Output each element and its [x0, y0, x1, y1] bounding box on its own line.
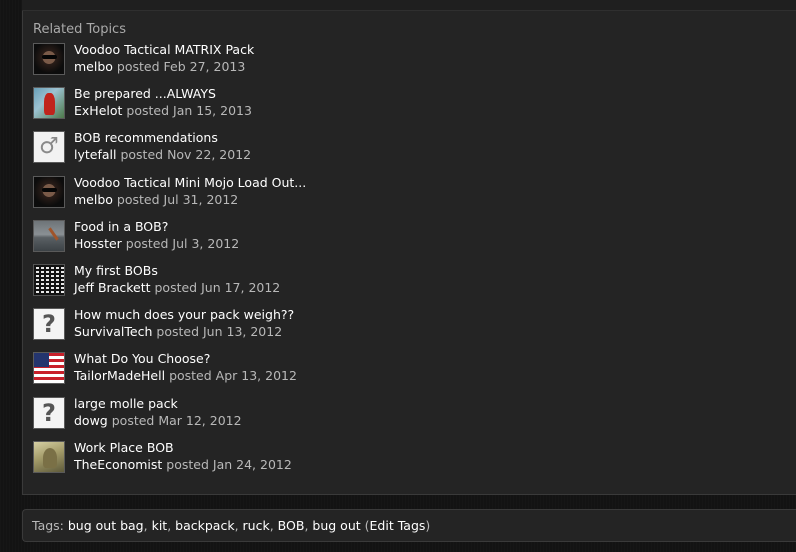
sunglasses-face-avatar[interactable] [33, 175, 65, 208]
qr-code-avatar[interactable] [33, 263, 65, 296]
posted-word: posted [116, 191, 160, 207]
posted-word: posted [125, 235, 169, 251]
male-symbol-avatar[interactable]: ♂ [33, 131, 65, 164]
posted-word: posted [111, 412, 155, 428]
topic-date: Mar 12, 2012 [158, 412, 242, 428]
topic-author-link[interactable]: dowg [74, 413, 108, 428]
edit-tags-link[interactable]: Edit Tags [370, 518, 426, 533]
topic-meta: Jeff Brackett posted Jun 17, 2012 [74, 279, 280, 296]
posted-word: posted [156, 324, 200, 340]
topic-author-link[interactable]: SurvivalTech [74, 324, 152, 339]
list-item: What Do You Choose? TailorMadeHell poste… [33, 350, 306, 396]
topic-author-link[interactable]: Hosster [74, 236, 122, 251]
us-flag-avatar[interactable] [33, 352, 65, 385]
tag-link[interactable]: ruck [243, 518, 270, 533]
list-item: Voodoo Tactical Mini Mojo Load Out... me… [33, 174, 306, 220]
topic-title-link[interactable]: large molle pack [74, 395, 242, 412]
list-item: ? large molle pack dowg posted Mar 12, 2… [33, 395, 306, 441]
posted-word: posted [126, 103, 170, 119]
topic-title-link[interactable]: What Do You Choose? [74, 350, 297, 367]
topic-meta: lytefall posted Nov 22, 2012 [74, 146, 251, 163]
question-mark-avatar[interactable]: ? [33, 308, 65, 341]
related-topics-list: Voodoo Tactical MATRIX Pack melbo posted… [33, 41, 306, 485]
related-topics-heading: Related Topics [33, 22, 126, 37]
list-item: ♂ BOB recommendations lytefall posted No… [33, 129, 306, 175]
topic-title-link[interactable]: Be prepared ...ALWAYS [74, 85, 252, 102]
list-item: My first BOBs Jeff Brackett posted Jun 1… [33, 262, 306, 308]
topic-title-link[interactable]: Voodoo Tactical Mini Mojo Load Out... [74, 174, 306, 191]
topic-title-link[interactable]: Voodoo Tactical MATRIX Pack [74, 41, 254, 58]
topic-title-link[interactable]: BOB recommendations [74, 129, 251, 146]
tags-label: Tags: [32, 518, 64, 533]
list-item: ? How much does your pack weigh?? Surviv… [33, 306, 306, 352]
top-panel-edge [22, 0, 796, 11]
tags-bar: Tags: bug out bag, kit, backpack, ruck, … [22, 509, 796, 542]
page: Related Topics Voodoo Tactical MATRIX Pa… [0, 0, 796, 552]
topic-meta: melbo posted Feb 27, 2013 [74, 58, 254, 75]
topic-date: Jan 24, 2012 [212, 456, 292, 472]
topic-meta: melbo posted Jul 31, 2012 [74, 191, 306, 208]
related-topics-panel: Related Topics Voodoo Tactical MATRIX Pa… [22, 11, 796, 495]
posted-word: posted [166, 456, 209, 472]
soldier-avatar[interactable] [33, 440, 65, 473]
topic-date: Feb 27, 2013 [163, 59, 246, 74]
topic-author-link[interactable]: melbo [74, 192, 113, 207]
topic-date: Jun 13, 2012 [203, 324, 283, 340]
water-landscape-avatar[interactable] [33, 219, 65, 252]
topic-date: Apr 13, 2012 [215, 368, 297, 384]
red-figure-avatar[interactable] [33, 87, 65, 120]
topic-meta: ExHelot posted Jan 15, 2013 [74, 102, 252, 119]
topic-author-link[interactable]: melbo [74, 59, 113, 74]
tag-link[interactable]: bug out bag [68, 518, 144, 533]
topic-title-link[interactable]: My first BOBs [74, 262, 280, 279]
topic-author-link[interactable]: Jeff Brackett [74, 280, 151, 295]
topic-date: Jul 3, 2012 [172, 235, 240, 251]
posted-word: posted [154, 279, 198, 295]
list-item: Be prepared ...ALWAYS ExHelot posted Jan… [33, 85, 306, 131]
tag-link[interactable]: BOB [278, 518, 305, 533]
topic-meta: TheEconomist posted Jan 24, 2012 [74, 456, 292, 473]
tag-link[interactable]: bug out [312, 518, 360, 533]
topic-author-link[interactable]: ExHelot [74, 103, 122, 118]
tag-link[interactable]: backpack [175, 518, 234, 533]
list-item: Work Place BOB TheEconomist posted Jan 2… [33, 439, 306, 485]
list-item: Voodoo Tactical MATRIX Pack melbo posted… [33, 41, 306, 87]
topic-meta: TailorMadeHell posted Apr 13, 2012 [74, 367, 297, 384]
topic-title-link[interactable]: How much does your pack weigh?? [74, 306, 294, 323]
topic-meta: dowg posted Mar 12, 2012 [74, 412, 242, 429]
topic-title-link[interactable]: Work Place BOB [74, 439, 292, 456]
topic-date: Jul 31, 2012 [163, 191, 239, 207]
topic-date: Jan 15, 2013 [173, 103, 252, 119]
posted-word: posted [169, 368, 212, 384]
topic-title-link[interactable]: Food in a BOB? [74, 218, 239, 235]
tag-link[interactable]: kit [152, 518, 168, 533]
posted-word: posted [120, 147, 164, 163]
topic-date: Nov 22, 2012 [167, 147, 252, 163]
posted-word: posted [116, 59, 160, 74]
list-item: Food in a BOB? Hosster posted Jul 3, 201… [33, 218, 306, 264]
topic-meta: SurvivalTech posted Jun 13, 2012 [74, 323, 294, 340]
question-mark-avatar[interactable]: ? [33, 396, 65, 429]
topic-author-link[interactable]: lytefall [74, 147, 116, 162]
topic-meta: Hosster posted Jul 3, 2012 [74, 235, 239, 252]
topic-author-link[interactable]: TheEconomist [74, 457, 162, 472]
sunglasses-face-avatar[interactable] [33, 43, 65, 75]
topic-author-link[interactable]: TailorMadeHell [74, 368, 165, 383]
topic-date: Jun 17, 2012 [201, 279, 281, 295]
